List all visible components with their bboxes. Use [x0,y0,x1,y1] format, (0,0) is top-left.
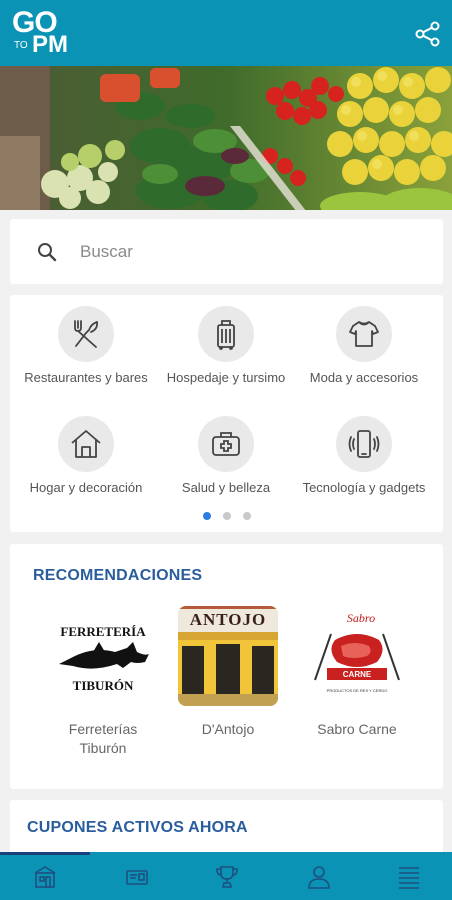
category-label: Hogar y decoración [29,480,143,495]
category-tecnologia[interactable]: Tecnología y gadgets [292,416,436,495]
category-label: Restaurantes y bares [24,370,148,385]
category-label: Moda y accesorios [309,370,419,385]
suitcase-icon [198,306,254,362]
sign-text: ANTOJO [190,610,267,629]
active-tab-indicator [0,852,90,855]
carousel-pager [10,507,443,525]
categories-carousel: Restaurantes y bares Hospedaje y tursimo… [10,295,443,532]
coupon-icon[interactable] [122,862,152,892]
recommendation-name: Ferreterías Tiburón [68,721,138,756]
logo-to-text: TO [14,40,28,51]
app-header: GO TO PM [0,0,452,66]
recommendations-title: RECOMENDACIONES [33,567,203,584]
logo-text-bottom: CARNE [343,670,372,679]
gotopm-logo[interactable]: GO TO PM [12,8,82,58]
search-icon [36,241,58,263]
trophy-icon[interactable] [212,862,242,892]
share-icon[interactable] [414,20,442,48]
search-input[interactable] [80,233,420,271]
logo-pm-text: PM [32,31,68,58]
sabro-carne-logo: Sabro CARNE PRODUCTOS DE RES Y CERDO [307,606,407,706]
logo-text-bottom: TIBURÓN [73,678,134,693]
store-icon[interactable] [30,862,60,892]
hero-banner-image[interactable] [0,66,452,210]
first-aid-kit-icon [198,416,254,472]
logo-text-top: Sabro [347,611,375,625]
category-hospedaje[interactable]: Hospedaje y tursimo [154,306,298,385]
bottom-navigation [0,852,452,900]
user-icon[interactable] [304,862,334,892]
recommendation-item[interactable]: FERRETERÍA TIBURÓN Ferreterías Tiburón [48,606,158,758]
category-restaurantes[interactable]: Restaurantes y bares [14,306,158,385]
coupons-section: CUPONES ACTIVOS AHORA [10,800,443,860]
menu-icon[interactable] [394,862,424,892]
fork-knife-icon [58,306,114,362]
pager-dot-active[interactable] [202,512,211,520]
category-label: Tecnología y gadgets [302,480,426,495]
category-label: Salud y belleza [181,480,271,495]
logo-tagline: PRODUCTOS DE RES Y CERDO [327,688,388,693]
recommendation-name: D'Antojo [201,721,255,737]
recommendation-item[interactable]: ANTOJO D'Antojo [173,606,283,739]
recommendation-name: Sabro Carne [317,721,397,737]
ferreteria-tiburon-logo: FERRETERÍA TIBURÓN [53,606,153,706]
category-salud[interactable]: Salud y belleza [154,416,298,495]
category-moda[interactable]: Moda y accesorios [292,306,436,385]
pager-dot[interactable] [242,512,251,520]
recommendation-item[interactable]: Sabro CARNE PRODUCTOS DE RES Y CERDO Sab… [302,606,412,739]
coupons-title: CUPONES ACTIVOS AHORA [27,819,248,836]
category-label: Hospedaje y tursimo [166,370,286,385]
logo-text-top: FERRETERÍA [60,624,146,639]
house-icon [58,416,114,472]
search-bar[interactable] [10,219,443,284]
category-hogar[interactable]: Hogar y decoración [14,416,158,495]
dantojo-photo: ANTOJO [178,606,278,706]
shirt-icon [336,306,392,362]
recommendations-section: RECOMENDACIONES FERRETERÍA TIBURÓN Ferre… [10,544,443,789]
pager-dot[interactable] [222,512,231,520]
smartphone-icon [336,416,392,472]
